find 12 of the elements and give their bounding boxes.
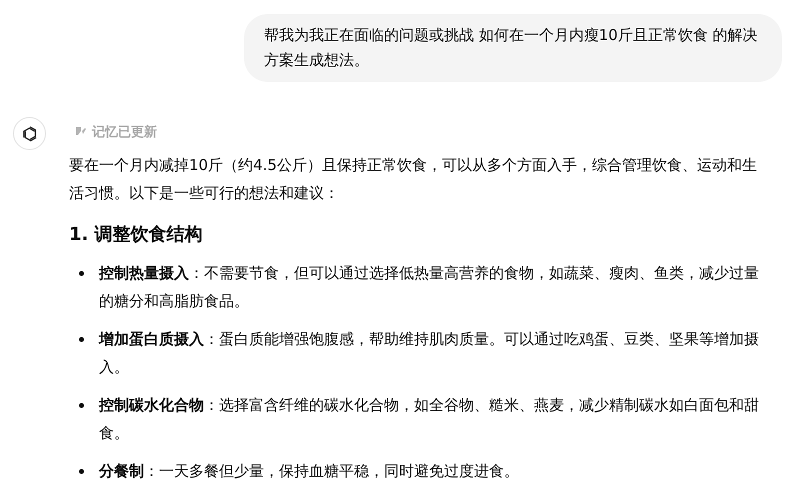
list-item-text: 控制碳水化合物：选择富含纤维的碳水化合物，如全谷物、糙米、燕麦，减少精制碳水如白面包和甜食。	[99, 395, 760, 444]
list-item-text: 分餐制：一天多餐但少量，保持血糖平稳，同时避免过度进食。	[99, 461, 520, 482]
bullet-icon	[79, 403, 84, 408]
memory-updated-label[interactable]: 记忆已更新	[92, 123, 157, 141]
bullet-icon	[79, 337, 84, 342]
list-item-text: 控制热量摄入：不需要节食，但可以通过选择低热量高营养的食物，如蔬菜、瘦肉、鱼类，减少过量的糖分和高脂肪食品。	[99, 263, 760, 312]
section-heading: 1. 调整饮食结构	[69, 223, 204, 247]
bullet-icon	[79, 469, 84, 474]
list-item-text: 增加蛋白质摄入：蛋白质能增强饱腹感，帮助维持肌肉质量。可以通过吃鸡蛋、豆类、坚果等增加摄入。	[99, 329, 760, 378]
user-message: 帮我为我正在面临的问题或挑战 如何在一个月内瘦10斤且正常饮食 的解决方案生成想法。	[244, 14, 782, 82]
bullet-icon	[79, 271, 84, 276]
intro-paragraph: 要在一个月内减掉10斤（约4.5公斤）且保持正常饮食，可以从多个方面入手，综合管理饮食、运动和生活习惯。以下是一些可行的想法和建议：	[69, 155, 758, 204]
